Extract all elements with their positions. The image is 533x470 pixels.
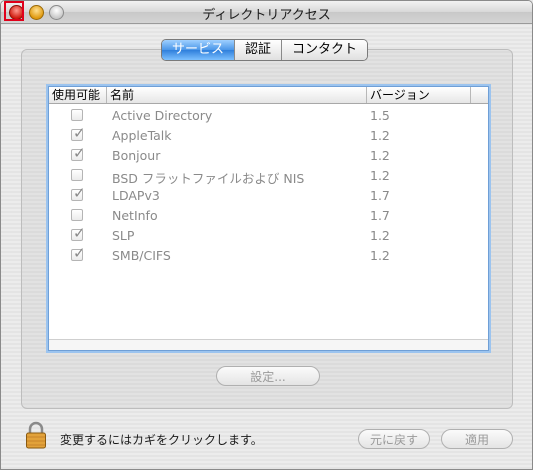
service-name: Active Directory [112, 108, 213, 123]
table-row[interactable]: ✓ LDAPv3 1.7 [49, 185, 488, 206]
column-header-version[interactable]: バージョン [367, 87, 471, 103]
tab-contacts[interactable]: コンタクト [282, 40, 368, 60]
table-row[interactable]: ✓ SMB/CIFS 1.2 [49, 245, 488, 266]
table-row[interactable]: NetInfo 1.7 [49, 206, 488, 226]
enable-checkbox[interactable]: ✓ [71, 185, 86, 201]
lock-message: 変更するにはカギをクリックします。 [60, 433, 263, 447]
service-version: 1.7 [370, 208, 390, 223]
service-version: 1.2 [370, 228, 390, 243]
table-row[interactable]: ✓ AppleTalk 1.2 [49, 125, 488, 146]
column-header-spacer [471, 87, 488, 103]
enable-checkbox[interactable]: ✓ [71, 225, 86, 241]
settings-button[interactable]: 設定... [216, 366, 320, 386]
service-version: 1.5 [370, 108, 390, 123]
lock-icon[interactable] [25, 421, 47, 449]
service-name: SMB/CIFS [112, 248, 171, 263]
service-name: Bonjour [112, 148, 161, 163]
service-name: BSD フラットファイルおよび NIS [112, 171, 305, 186]
table-row[interactable]: ✓ SLP 1.2 [49, 225, 488, 246]
table-header: 使用可能 名前 バージョン [49, 87, 488, 104]
title-bar[interactable]: ディレクトリアクセス [1, 1, 532, 24]
apply-button[interactable]: 適用 [441, 429, 513, 449]
tab-authentication[interactable]: 認証 [235, 40, 283, 60]
table-row[interactable]: BSD フラットファイルおよび NIS 1.2 [49, 166, 488, 186]
column-header-name[interactable]: 名前 [107, 87, 367, 103]
service-version: 1.2 [370, 168, 390, 183]
table-row[interactable]: ✓ Bonjour 1.2 [49, 145, 488, 166]
service-name: SLP [112, 228, 135, 243]
checkmark-icon: ✓ [73, 224, 86, 242]
revert-button[interactable]: 元に戻す [358, 429, 430, 449]
table-row[interactable]: Active Directory 1.5 [49, 106, 488, 126]
enable-checkbox[interactable]: ✓ [71, 125, 86, 141]
service-name: LDAPv3 [112, 188, 160, 203]
checkmark-icon: ✓ [73, 244, 86, 262]
enable-checkbox[interactable]: ✓ [71, 245, 86, 261]
service-version: 1.2 [370, 248, 390, 263]
enable-checkbox[interactable]: ✓ [71, 145, 86, 161]
column-header-enabled[interactable]: 使用可能 [49, 87, 107, 103]
service-version: 1.2 [370, 128, 390, 143]
enable-checkbox[interactable] [71, 209, 83, 221]
enable-checkbox[interactable] [71, 109, 83, 121]
directory-access-window: ディレクトリアクセス サービス 認証 コンタクト 使用可能 名前 バージョン A… [0, 0, 533, 470]
checkmark-icon: ✓ [73, 124, 86, 142]
window-title: ディレクトリアクセス [202, 8, 331, 23]
checkmark-icon: ✓ [73, 144, 86, 162]
service-version: 1.7 [370, 188, 390, 203]
checkmark-icon: ✓ [73, 184, 86, 202]
enable-checkbox[interactable] [71, 169, 83, 181]
table-footer [49, 339, 488, 350]
service-version: 1.2 [370, 148, 390, 163]
service-name: AppleTalk [112, 128, 172, 143]
services-table: 使用可能 名前 バージョン Active Directory 1.5 ✓ AppleT… [48, 86, 489, 351]
service-name: NetInfo [112, 208, 158, 223]
tab-services[interactable]: サービス [162, 40, 236, 60]
tab-bar: サービス 認証 コンタクト [161, 39, 369, 61]
